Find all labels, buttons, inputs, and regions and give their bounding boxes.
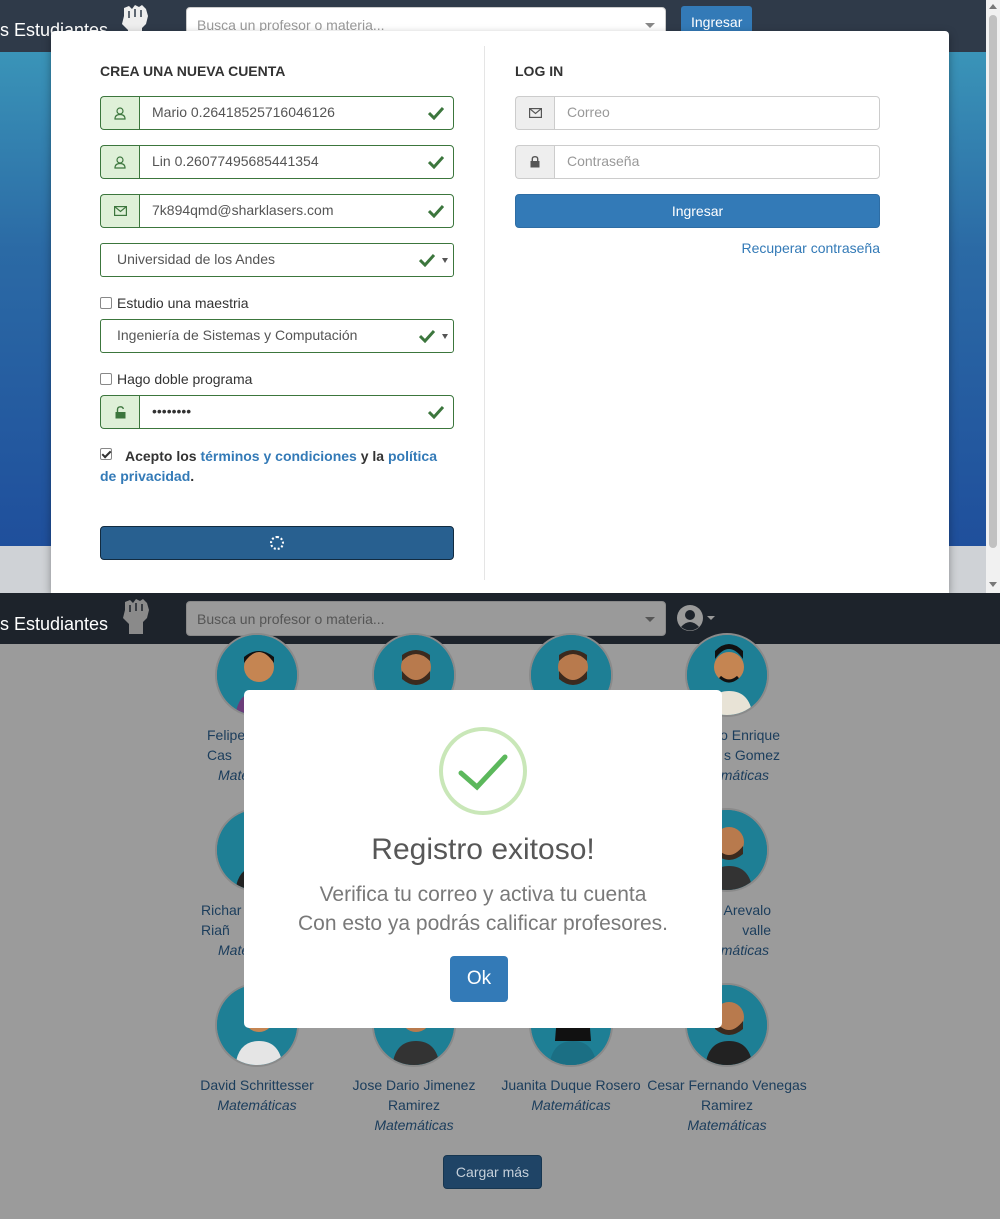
professor-name: Juanita Duque Rosero [501,1077,641,1093]
professor-department: Matemáticas [531,1097,611,1113]
chevron-down-icon [645,617,655,622]
ok-button[interactable]: Ok [450,956,508,1002]
password-input[interactable]: •••••••• [139,395,454,429]
double-program-checkbox-row[interactable]: Hago doble programa [100,371,252,387]
chevron-down-icon [645,23,655,28]
last-name-value: Lin 0.26077495685441354 [152,153,319,169]
professor-name: David Schrittesser [200,1077,314,1093]
envelope-icon [100,194,139,228]
masters-label: Estudio una maestria [117,295,249,311]
register-screen: s Estudiantes Busca un profesor o materi… [0,0,1000,593]
program-value: Ingeniería de Sistemas y Computación [117,327,358,343]
terms-prefix: Acepto los [125,448,201,464]
password-group: •••••••• [100,395,454,429]
register-submit-button[interactable] [100,526,454,560]
login-email-input[interactable]: Correo [554,96,880,130]
login-title: LOG IN [515,63,564,79]
scrollbar[interactable] [986,0,1000,593]
university-select[interactable]: Universidad de los Andes [100,243,454,277]
success-alert: Registro exitoso! Verifica tu correo y a… [244,690,722,1028]
unlock-icon [100,395,139,429]
user-circle-icon[interactable] [676,604,704,632]
alert-title: Registro exitoso! [371,833,595,866]
scroll-up-icon[interactable] [989,4,997,9]
first-name-value: Mario 0.26418525716046126 [152,104,335,120]
double-program-label: Hago doble programa [117,371,253,387]
search-select[interactable]: Busca un profesor o materia... [186,601,666,636]
login-password-placeholder: Contraseña [567,153,640,169]
load-more-button[interactable]: Cargar más [443,1155,542,1189]
spinner-icon [270,536,284,550]
brand-name[interactable]: s Estudiantes [0,614,108,635]
professor-department: Matemáticas [217,1097,297,1113]
check-icon [428,155,444,169]
chevron-down-icon [442,258,448,263]
chevron-down-icon [442,334,448,339]
envelope-icon [515,96,554,130]
university-value: Universidad de los Andes [117,251,275,267]
divider [484,46,485,580]
login-email-group: Correo [515,96,880,130]
email-value: 7k894qmd@sharklasers.com [152,202,334,218]
email-group: 7k894qmd@sharklasers.com [100,194,454,228]
auth-modal: CREA UNA NUEVA CUENTA Mario 0.2641852571… [51,31,949,593]
success-screen: s Estudiantes Busca un profesor o materi… [0,593,1000,1219]
alert-message-line: Con esto ya podrás calificar profesores. [297,912,668,935]
double-program-checkbox[interactable] [100,373,112,385]
terms-link[interactable]: términos y condiciones [200,448,356,464]
register-title: CREA UNA NUEVA CUENTA [100,63,286,79]
first-name-input[interactable]: Mario 0.26418525716046126 [139,96,454,130]
lock-icon [515,145,554,179]
terms-row: Acepto los términos y condiciones y la p… [100,446,454,486]
last-name-group: Lin 0.26077495685441354 [100,145,454,179]
alert-message: Verifica tu correo y activa tu cuenta Co… [244,880,722,938]
password-value: •••••••• [152,403,192,419]
terms-suffix: . [190,468,195,484]
check-icon [428,204,444,218]
professor-department: Matemáticas [374,1117,454,1133]
login-submit-button[interactable]: Ingresar [515,194,880,228]
check-icon [428,106,444,120]
email-input[interactable]: 7k894qmd@sharklasers.com [139,194,454,228]
check-icon [428,405,444,419]
login-password-group: Contraseña [515,145,880,179]
professor-name: Cesar Fernando Venegas Ramirez [647,1077,807,1113]
terms-mid: y la [356,448,388,464]
fist-logo-icon [123,599,149,634]
login-password-input[interactable]: Contraseña [554,145,880,179]
last-name-input[interactable]: Lin 0.26077495685441354 [139,145,454,179]
alert-message-line: Verifica tu correo y activa tu cuenta [319,883,647,906]
success-check-icon [439,727,527,815]
user-icon [100,145,139,179]
professor-name: Jose Dario Jimenez Ramirez [352,1077,476,1113]
search-placeholder: Busca un profesor o materia... [197,611,385,627]
recover-password-link[interactable]: Recuperar contraseña [741,240,880,256]
scrollbar-thumb[interactable] [989,15,997,548]
check-icon [419,253,435,267]
program-select[interactable]: Ingeniería de Sistemas y Computación [100,319,454,353]
scroll-down-icon[interactable] [989,582,997,587]
login-email-placeholder: Correo [567,104,610,120]
professor-department: Matemáticas [687,1117,767,1133]
terms-checkbox[interactable] [100,448,112,460]
first-name-group: Mario 0.26418525716046126 [100,96,454,130]
masters-checkbox[interactable] [100,297,112,309]
masters-checkbox-row[interactable]: Estudio una maestria [100,295,249,311]
user-icon [100,96,139,130]
chevron-down-icon[interactable] [707,616,715,620]
check-icon [419,329,435,343]
